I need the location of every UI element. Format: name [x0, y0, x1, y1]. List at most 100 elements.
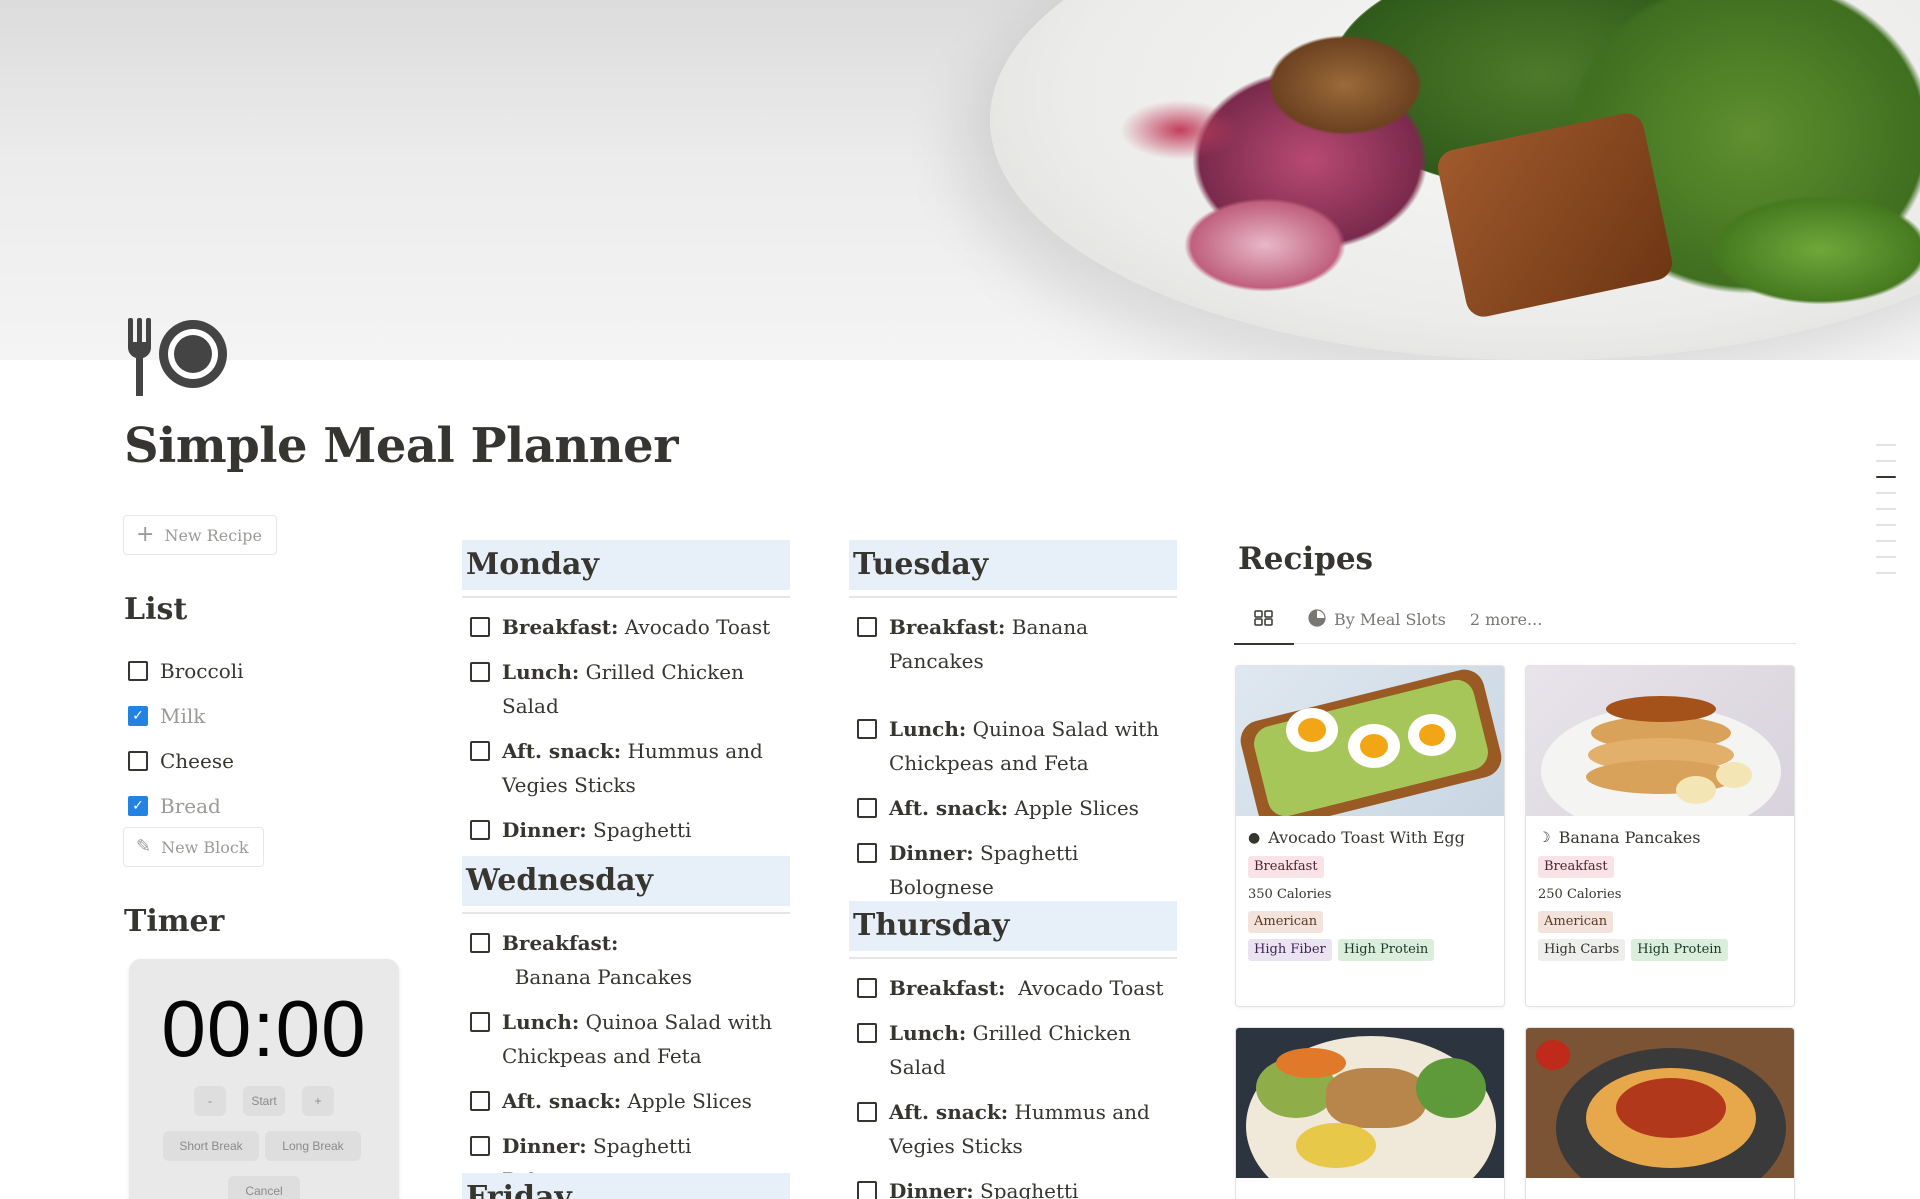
tab-by-meal-slots[interactable]: By Meal Slots: [1300, 596, 1454, 644]
day-heading: Friday: [462, 1173, 790, 1199]
recipe-card[interactable]: [1235, 1027, 1505, 1199]
meal-item[interactable]: Aft. snack: Hummus and Vegies Sticks: [462, 734, 790, 802]
checkbox[interactable]: [470, 1091, 490, 1111]
meal-item[interactable]: Lunch: Quinoa Salad with Chickpeas and F…: [462, 1005, 790, 1073]
nutrition-tag: High Protein: [1337, 939, 1435, 961]
recipe-photo: [1526, 1028, 1794, 1178]
meal-item[interactable]: Aft. snack: Apple Slices: [462, 1084, 790, 1118]
cuisine-tag: American: [1248, 911, 1324, 933]
page-title: Simple Meal Planner: [124, 418, 679, 474]
shopping-list: Broccoli ✓ Milk Cheese ✓ Bread: [128, 648, 244, 828]
checkbox[interactable]: [470, 1012, 490, 1032]
meal-item[interactable]: Dinner: Spaghetti Bolognese: [849, 836, 1177, 904]
tab-gallery[interactable]: [1234, 596, 1294, 645]
meal-item[interactable]: Breakfast: Banana Pancakes: [849, 610, 1177, 678]
checkbox[interactable]: [470, 741, 490, 761]
meal-label: Breakfast:: [502, 931, 619, 955]
meal-label: Breakfast:: [502, 615, 619, 639]
table-of-contents-minimap[interactable]: [1876, 444, 1896, 588]
meal-label: Dinner:: [889, 1179, 974, 1199]
checkbox[interactable]: [857, 1102, 877, 1122]
cuisine-tag: American: [1538, 911, 1614, 933]
meal-tag: Breakfast: [1538, 856, 1614, 878]
checkbox-checked[interactable]: ✓: [128, 795, 148, 816]
recipe-card[interactable]: [1525, 1027, 1795, 1199]
meal-label: Breakfast:: [889, 615, 1006, 639]
calories: 250 Calories: [1538, 887, 1622, 902]
list-item[interactable]: ✓ Bread: [128, 783, 244, 828]
day-heading: Tuesday: [849, 540, 1177, 590]
meal-label: Lunch:: [502, 660, 580, 684]
recipe-photo: [1236, 666, 1504, 816]
meal-item[interactable]: Lunch: Grilled Chicken Salad: [462, 655, 790, 723]
day-heading: Wednesday: [462, 856, 790, 906]
divider: [462, 912, 790, 914]
meal-item[interactable]: Dinner: Spaghetti Bolognese: [849, 1174, 1177, 1199]
checkbox[interactable]: [470, 933, 490, 953]
meal-label: Breakfast:: [889, 976, 1006, 1000]
onion-slice: [1120, 100, 1240, 160]
recipe-card[interactable]: ● Avocado Toast With Egg Breakfast 350 C…: [1235, 665, 1505, 1007]
checkbox-checked[interactable]: ✓: [128, 705, 148, 726]
checkbox[interactable]: [470, 1136, 490, 1156]
timer-display: 00:00: [161, 984, 367, 1073]
tab-label: By Meal Slots: [1334, 610, 1446, 629]
new-recipe-button[interactable]: + New Recipe: [123, 515, 277, 555]
list-item-label: Milk: [160, 703, 206, 728]
day-wednesday: Wednesday Breakfast: Banana Pancakes Lun…: [462, 856, 790, 1199]
day-friday: Friday: [462, 1173, 790, 1199]
list-item-label: Cheese: [160, 748, 234, 773]
meal-item[interactable]: Aft. snack: Hummus and Vegies Sticks: [849, 1095, 1177, 1163]
fork-and-plate-icon: [124, 316, 230, 396]
meal-label: Lunch:: [889, 717, 967, 741]
recipe-photo: [1236, 1028, 1504, 1178]
long-break-button[interactable]: Long Break: [265, 1131, 361, 1161]
meal-item[interactable]: Breakfast: Avocado Toast: [462, 610, 790, 644]
timer-start-button[interactable]: Start: [243, 1086, 285, 1116]
checkbox[interactable]: [857, 798, 877, 818]
checkbox[interactable]: [857, 719, 877, 739]
edit-lines-icon: ✎: [136, 836, 152, 857]
timer-plus-button[interactable]: +: [302, 1086, 334, 1116]
meal-label: Aft. snack:: [889, 796, 1009, 820]
list-item[interactable]: Broccoli: [128, 648, 244, 693]
meal-item[interactable]: Breakfast: Avocado Toast: [849, 971, 1177, 1005]
checkbox[interactable]: [857, 978, 877, 998]
checkbox[interactable]: [857, 1181, 877, 1199]
list-item[interactable]: ✓ Milk: [128, 693, 244, 738]
meal-item[interactable]: Aft. snack: Apple Slices: [849, 791, 1177, 825]
new-block-button[interactable]: ✎ New Block: [123, 827, 264, 867]
checkbox[interactable]: [128, 750, 148, 771]
plus-icon: +: [136, 522, 155, 547]
gallery-icon: [1254, 609, 1274, 630]
meal-label: Lunch:: [889, 1021, 967, 1045]
day-tuesday: Tuesday Breakfast: Banana Pancakes Lunch…: [849, 540, 1177, 915]
timer-cancel-button[interactable]: Cancel: [228, 1176, 300, 1199]
meal-item[interactable]: Lunch: Grilled Chicken Salad: [849, 1016, 1177, 1084]
recipe-photo: [1526, 666, 1794, 816]
calories: 350 Calories: [1248, 887, 1332, 902]
checkbox[interactable]: [857, 617, 877, 637]
meal-label: Aft. snack:: [502, 1089, 622, 1113]
meal-item[interactable]: Breakfast: Banana Pancakes: [462, 926, 790, 994]
meal-text: Apple Slices: [621, 1089, 752, 1113]
list-heading: List: [124, 592, 188, 627]
tab-more[interactable]: 2 more...: [1462, 596, 1550, 644]
meal-label: Dinner:: [889, 841, 974, 865]
checkbox[interactable]: [128, 660, 148, 681]
checkbox[interactable]: [857, 1023, 877, 1043]
list-item[interactable]: Cheese: [128, 738, 244, 783]
day-thursday: Thursday Breakfast: Avocado Toast Lunch:…: [849, 901, 1177, 1199]
checkbox[interactable]: [857, 843, 877, 863]
meal-label: Aft. snack:: [502, 739, 622, 763]
checkbox[interactable]: [470, 820, 490, 840]
short-break-button[interactable]: Short Break: [163, 1131, 259, 1161]
checkbox[interactable]: [470, 617, 490, 637]
timer-minus-button[interactable]: -: [194, 1086, 226, 1116]
timer-widget: 00:00 - Start + Short Break Long Break C…: [129, 959, 399, 1199]
checkbox[interactable]: [470, 662, 490, 682]
recipe-card[interactable]: ☽ Banana Pancakes Breakfast 250 Calories…: [1525, 665, 1795, 1007]
timer-heading: Timer: [124, 904, 225, 939]
meal-item[interactable]: Lunch: Quinoa Salad with Chickpeas and F…: [849, 712, 1177, 780]
nutrition-tag: High Carbs: [1538, 939, 1626, 961]
